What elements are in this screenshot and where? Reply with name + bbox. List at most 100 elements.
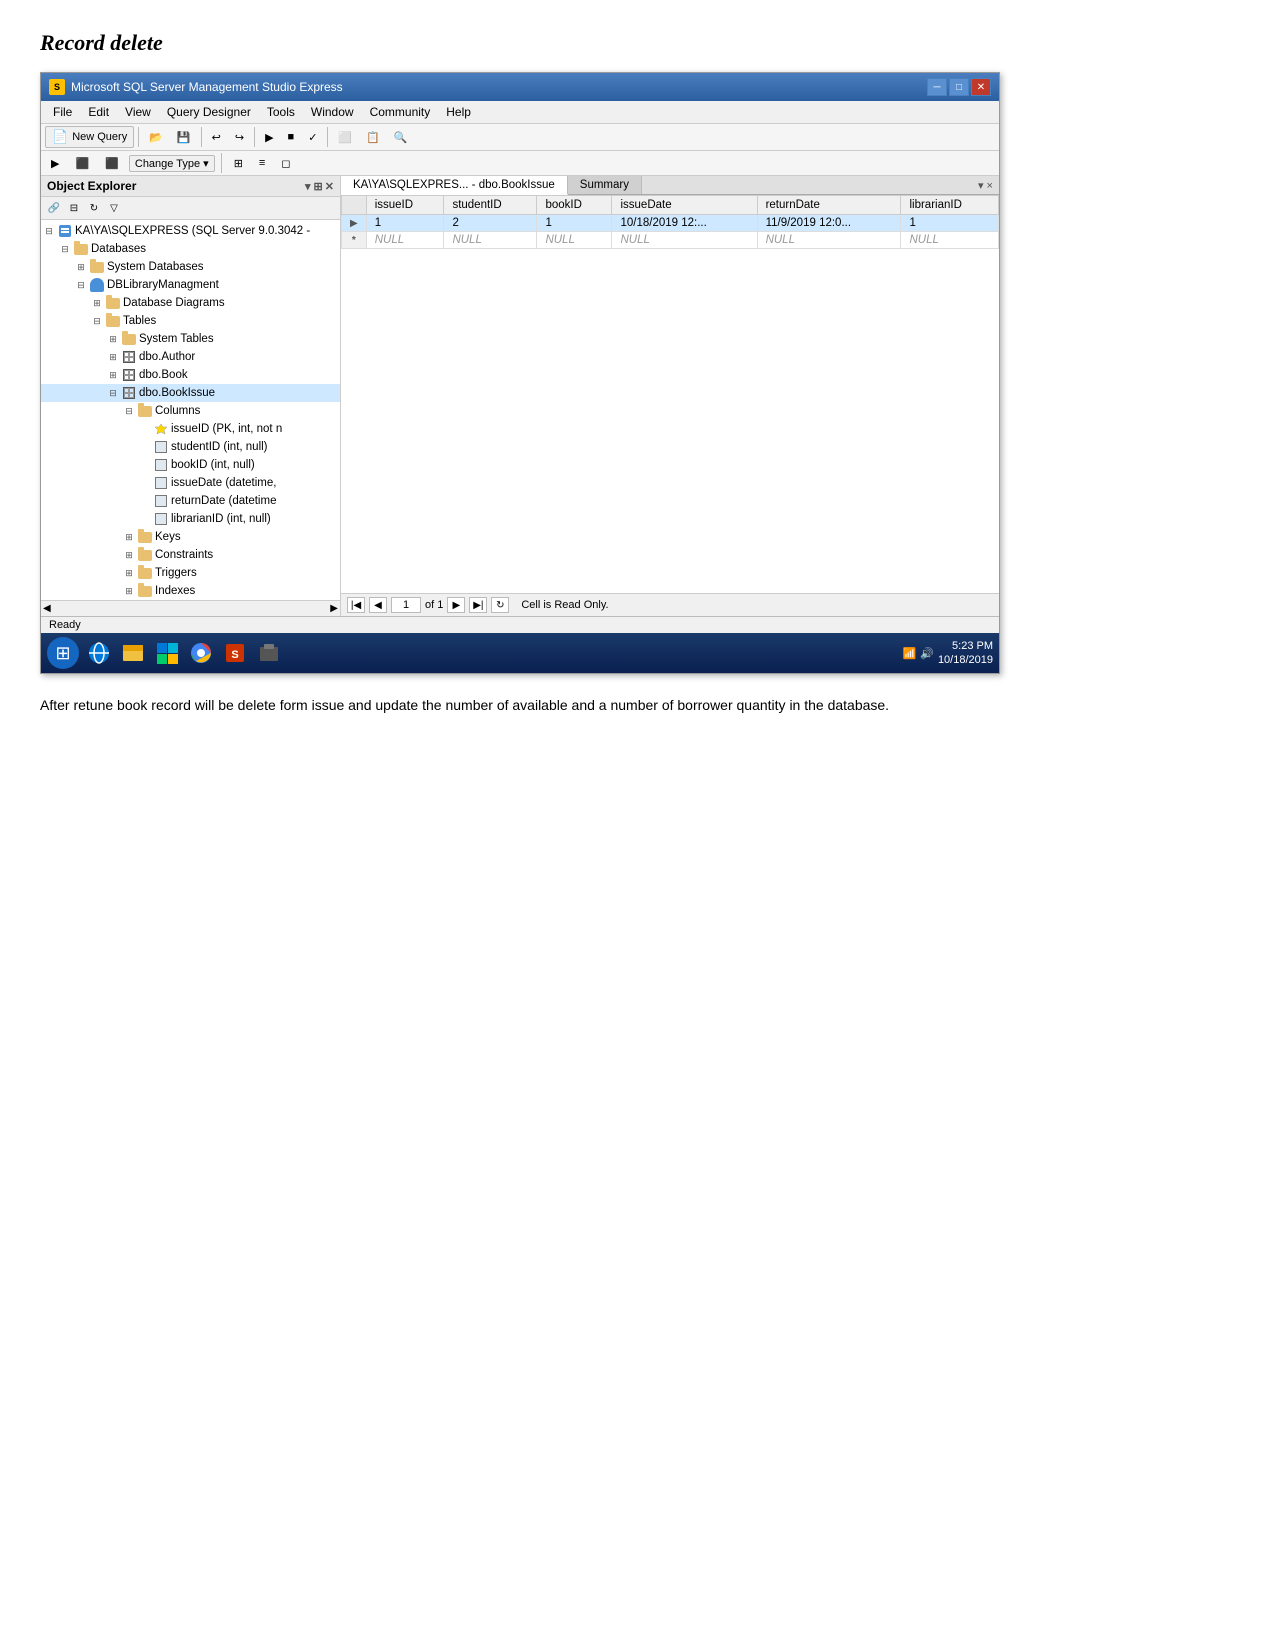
- nav-first-button[interactable]: |◀: [347, 597, 365, 613]
- menu-edit[interactable]: Edit: [82, 103, 115, 121]
- tab-pin-button[interactable]: ▾ ×: [978, 179, 993, 192]
- taskbar-explorer-icon[interactable]: [117, 637, 149, 669]
- oe-scroll-right[interactable]: ▶: [330, 603, 338, 614]
- row1-issuedate[interactable]: 10/18/2019 12:...: [612, 215, 757, 232]
- oe-scroll-left[interactable]: ◀: [43, 603, 51, 614]
- nav-last-button[interactable]: ▶|: [469, 597, 487, 613]
- cancel-button[interactable]: ⬛: [99, 154, 125, 173]
- row2-librarianid[interactable]: NULL: [901, 232, 999, 249]
- row1-bookid[interactable]: 1: [537, 215, 612, 232]
- tree-keys[interactable]: ⊞ Keys: [41, 528, 340, 546]
- tree-columns-folder[interactable]: ⊟ Columns: [41, 402, 340, 420]
- oe-connect-button[interactable]: 🔗: [45, 199, 63, 217]
- open-button[interactable]: 📂: [143, 128, 169, 147]
- change-type-button[interactable]: Change Type ▾: [129, 155, 215, 172]
- oe-refresh-button[interactable]: ↻: [85, 199, 103, 217]
- col-returndate-header[interactable]: returnDate: [757, 196, 901, 215]
- grid-view-button[interactable]: ⊞: [228, 154, 249, 173]
- menu-tools[interactable]: Tools: [261, 103, 301, 121]
- col-issuedate-header[interactable]: issueDate: [612, 196, 757, 215]
- debug-button[interactable]: ⬛: [69, 154, 95, 173]
- paste-button[interactable]: 📋: [360, 128, 386, 147]
- nav-prev-button[interactable]: ◀: [369, 597, 387, 613]
- tree-col-librarianid[interactable]: librarianID (int, null): [41, 510, 340, 528]
- taskbar-ssms-icon[interactable]: S: [219, 637, 251, 669]
- diagrams-toggle[interactable]: ⊞: [89, 295, 105, 311]
- tree-table-bookissue[interactable]: ⊟ dbo.BookIssue: [41, 384, 340, 402]
- minimize-button[interactable]: ─: [927, 78, 947, 96]
- tree-table-book[interactable]: ⊞ dbo.Book: [41, 366, 340, 384]
- tables-toggle[interactable]: ⊟: [89, 313, 105, 329]
- keys-toggle[interactable]: ⊞: [121, 529, 137, 545]
- redo-button[interactable]: ↪: [229, 128, 250, 147]
- taskbar-store-icon[interactable]: [151, 637, 183, 669]
- col-studentid-header[interactable]: studentID: [444, 196, 537, 215]
- dblibrary-toggle[interactable]: ⊟: [73, 277, 89, 293]
- tree-tables[interactable]: ⊟ Tables: [41, 312, 340, 330]
- pin-button[interactable]: ▾ ⊞: [305, 180, 323, 193]
- tab-bookissue[interactable]: KA\YA\SQLEXPRES... - dbo.BookIssue: [341, 176, 568, 195]
- tree-db-library[interactable]: ⊟ DBLibraryManagment: [41, 276, 340, 294]
- restore-button[interactable]: □: [949, 78, 969, 96]
- triggers-toggle[interactable]: ⊞: [121, 565, 137, 581]
- row1-studentid[interactable]: 2: [444, 215, 537, 232]
- taskbar-ie-icon[interactable]: [83, 637, 115, 669]
- menu-view[interactable]: View: [119, 103, 157, 121]
- menu-help[interactable]: Help: [440, 103, 477, 121]
- text-view-button[interactable]: ≡: [253, 154, 271, 172]
- tree-triggers[interactable]: ⊞ Triggers: [41, 564, 340, 582]
- server-toggle[interactable]: ⊟: [41, 223, 57, 239]
- oe-disconnect-button[interactable]: ⊟: [65, 199, 83, 217]
- nav-next-button[interactable]: ▶: [447, 597, 465, 613]
- tree-server-node[interactable]: ⊟ KA\YA\SQLEXPRESS (SQL Server 9.0.3042 …: [41, 222, 340, 240]
- stop-button[interactable]: ■: [282, 128, 301, 146]
- constraints-toggle[interactable]: ⊞: [121, 547, 137, 563]
- undo-button[interactable]: ↩: [206, 128, 227, 147]
- row2-returndate[interactable]: NULL: [757, 232, 901, 249]
- row2-issuedate[interactable]: NULL: [612, 232, 757, 249]
- start-button[interactable]: ⊞: [47, 637, 79, 669]
- menu-query-designer[interactable]: Query Designer: [161, 103, 257, 121]
- menu-window[interactable]: Window: [305, 103, 360, 121]
- execute-button[interactable]: ▶: [45, 154, 65, 173]
- tree-table-author[interactable]: ⊞ dbo.Author: [41, 348, 340, 366]
- tree-system-tables[interactable]: ⊞ System Tables: [41, 330, 340, 348]
- tab-summary[interactable]: Summary: [568, 176, 642, 194]
- row1-librarianid[interactable]: 1: [901, 215, 999, 232]
- book-toggle[interactable]: ⊞: [105, 367, 121, 383]
- new-query-button[interactable]: 📄 New Query: [45, 126, 134, 148]
- tree-constraints[interactable]: ⊞ Constraints: [41, 546, 340, 564]
- row1-returndate[interactable]: 11/9/2019 12:0...: [757, 215, 901, 232]
- nav-page-input[interactable]: [391, 597, 421, 613]
- tree-col-bookid[interactable]: bookID (int, null): [41, 456, 340, 474]
- row2-bookid[interactable]: NULL: [537, 232, 612, 249]
- find-button[interactable]: 🔍: [388, 128, 414, 147]
- row2-studentid[interactable]: NULL: [444, 232, 537, 249]
- menu-file[interactable]: File: [47, 103, 78, 121]
- tree-databases-node[interactable]: ⊟ Databases: [41, 240, 340, 258]
- table-row[interactable]: * NULL NULL NULL NULL NULL NULL: [342, 232, 999, 249]
- tree-db-diagrams[interactable]: ⊞ Database Diagrams: [41, 294, 340, 312]
- tree-col-issuedate[interactable]: issueDate (datetime,: [41, 474, 340, 492]
- indexes-toggle[interactable]: ⊞: [121, 583, 137, 599]
- col-librarianid-header[interactable]: librarianID: [901, 196, 999, 215]
- close-oe-button[interactable]: ✕: [325, 180, 334, 193]
- author-toggle[interactable]: ⊞: [105, 349, 121, 365]
- col-bookid-header[interactable]: bookID: [537, 196, 612, 215]
- copy-button[interactable]: ⬜: [332, 128, 358, 147]
- col-issueid-header[interactable]: issueID: [366, 196, 444, 215]
- close-button[interactable]: ✕: [971, 78, 991, 96]
- taskbar-chrome-icon[interactable]: [185, 637, 217, 669]
- databases-toggle[interactable]: ⊟: [57, 241, 73, 257]
- system-dbs-toggle[interactable]: ⊞: [73, 259, 89, 275]
- menu-community[interactable]: Community: [364, 103, 437, 121]
- run-button[interactable]: ▶: [259, 128, 279, 147]
- tree-col-studentid[interactable]: studentID (int, null): [41, 438, 340, 456]
- columns-toggle[interactable]: ⊟: [121, 403, 137, 419]
- tree-col-issueid[interactable]: issueID (PK, int, not n: [41, 420, 340, 438]
- table-row[interactable]: ▶ 1 2 1 10/18/2019 12:... 11/9/2019 12:0…: [342, 215, 999, 232]
- nav-refresh-button[interactable]: ↻: [491, 597, 509, 613]
- taskbar-app-icon[interactable]: [253, 637, 285, 669]
- tree-col-returndate[interactable]: returnDate (datetime: [41, 492, 340, 510]
- row2-issueid[interactable]: NULL: [366, 232, 444, 249]
